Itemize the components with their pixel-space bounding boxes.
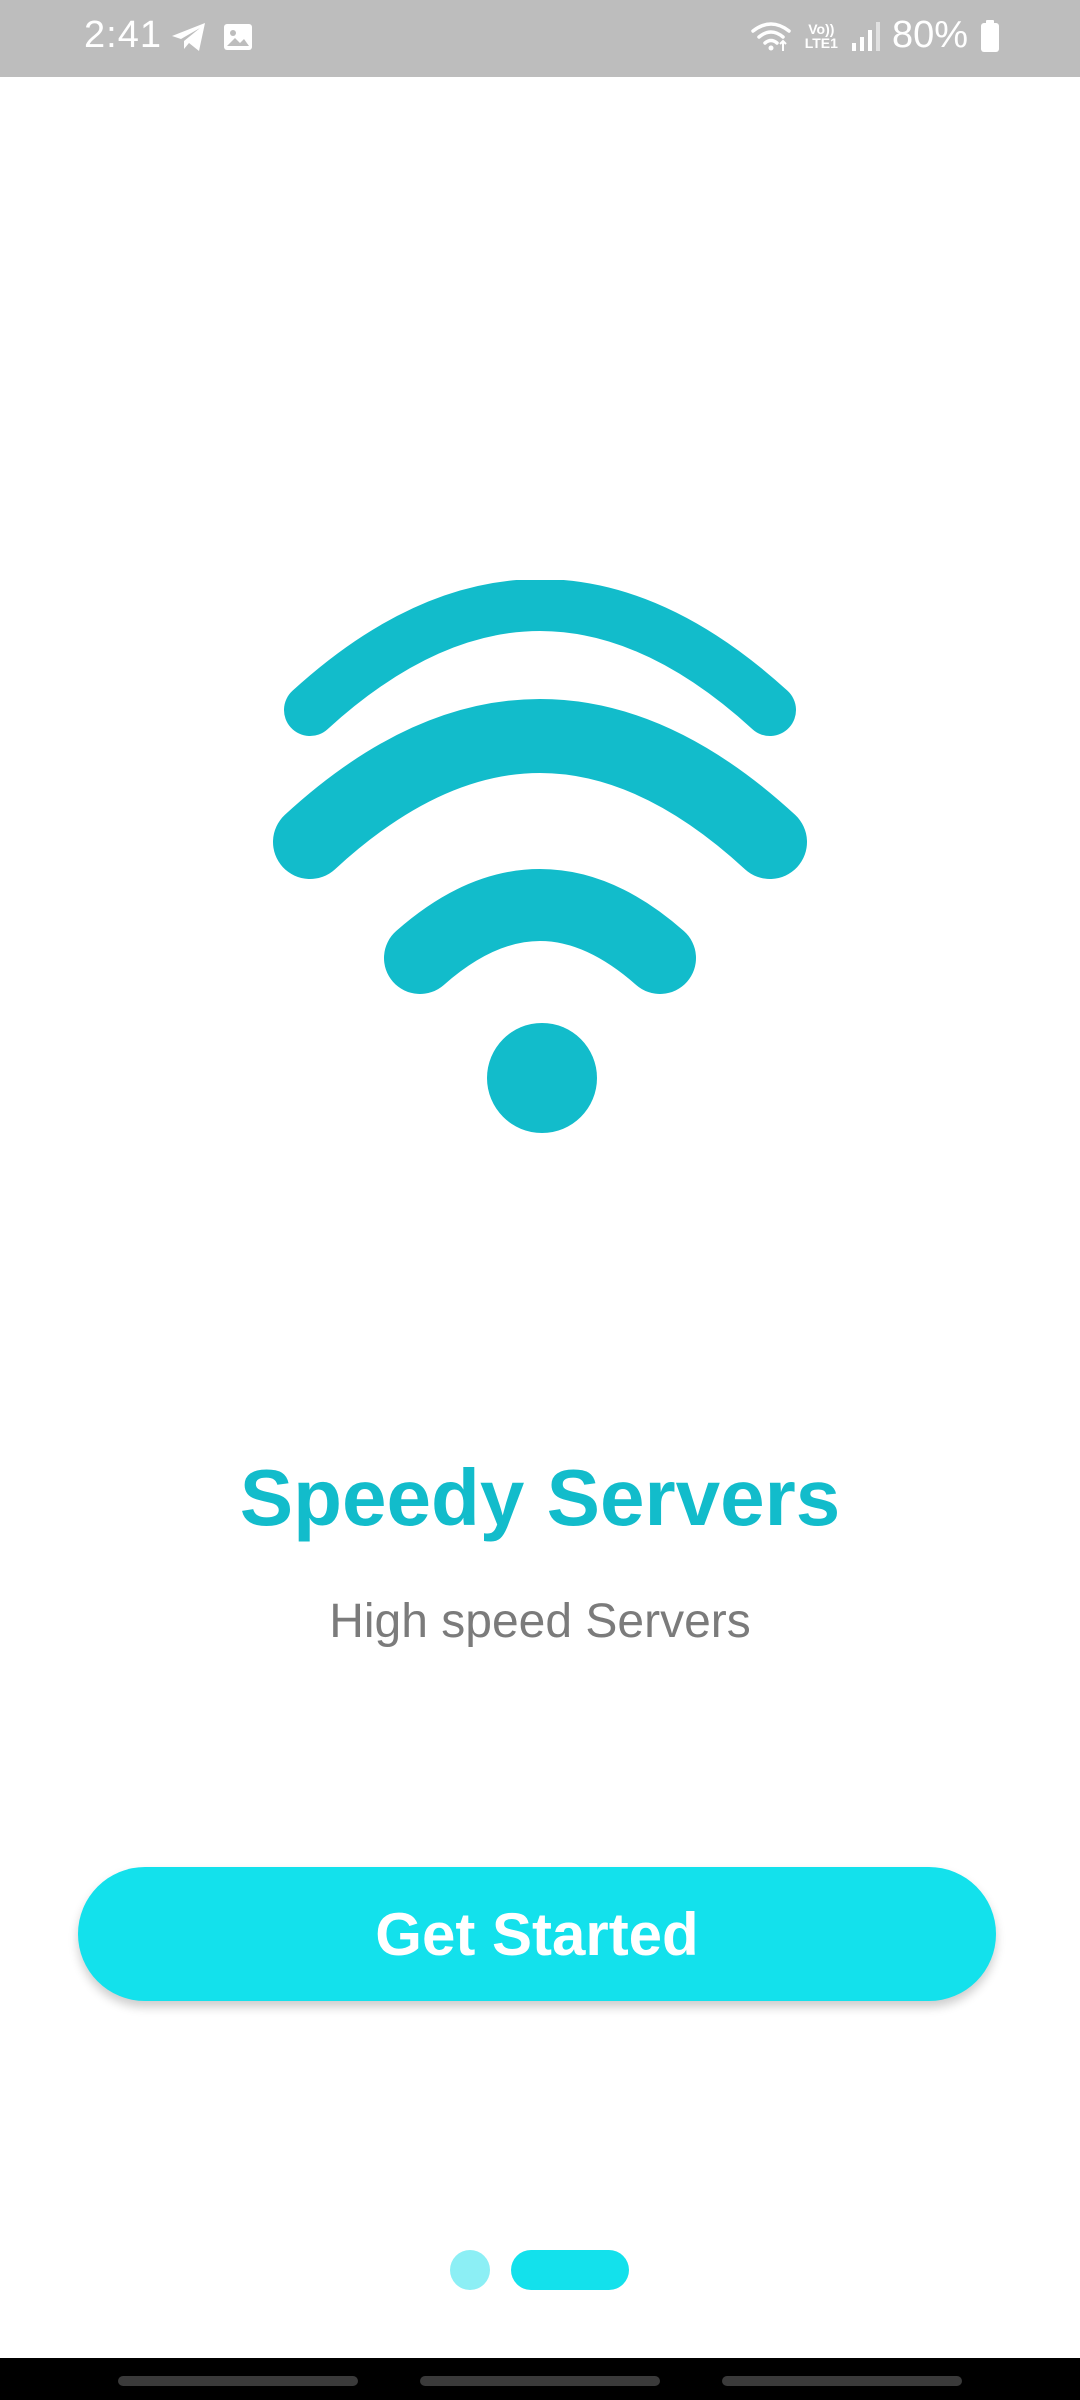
signal-icon — [851, 21, 880, 51]
volte-lte-indicator: Vo)) LTE1 — [805, 22, 838, 50]
nav-recents-button[interactable] — [118, 2376, 358, 2386]
battery-icon — [981, 19, 999, 52]
page-dot-2-active[interactable] — [511, 2250, 629, 2290]
status-time: 2:41 — [84, 14, 162, 56]
onboarding-title: Speedy Servers — [239, 1453, 841, 1542]
volte-label: Vo)) — [808, 20, 835, 37]
onboarding-subtitle: High speed Servers — [329, 1595, 751, 1648]
battery-percentage: 80% — [891, 14, 968, 56]
status-bar: 2:41 Vo)) LTE1 80% — [0, 0, 1080, 77]
system-navigation-bar — [0, 2358, 1080, 2400]
nav-home-button[interactable] — [420, 2376, 660, 2386]
status-notification-icons — [170, 20, 254, 54]
nav-back-button[interactable] — [722, 2376, 962, 2386]
telegram-icon — [172, 23, 205, 51]
get-started-button[interactable]: Get Started — [78, 1867, 996, 2001]
wifi-status-icon — [750, 21, 791, 51]
page-dot-1[interactable] — [450, 2250, 490, 2290]
page-indicator — [0, 2250, 1080, 2290]
gallery-icon — [224, 24, 252, 50]
wifi-icon — [273, 580, 807, 1133]
lte-label: LTE1 — [804, 34, 838, 51]
status-system-icons: Vo)) LTE1 80% — [749, 14, 1000, 57]
